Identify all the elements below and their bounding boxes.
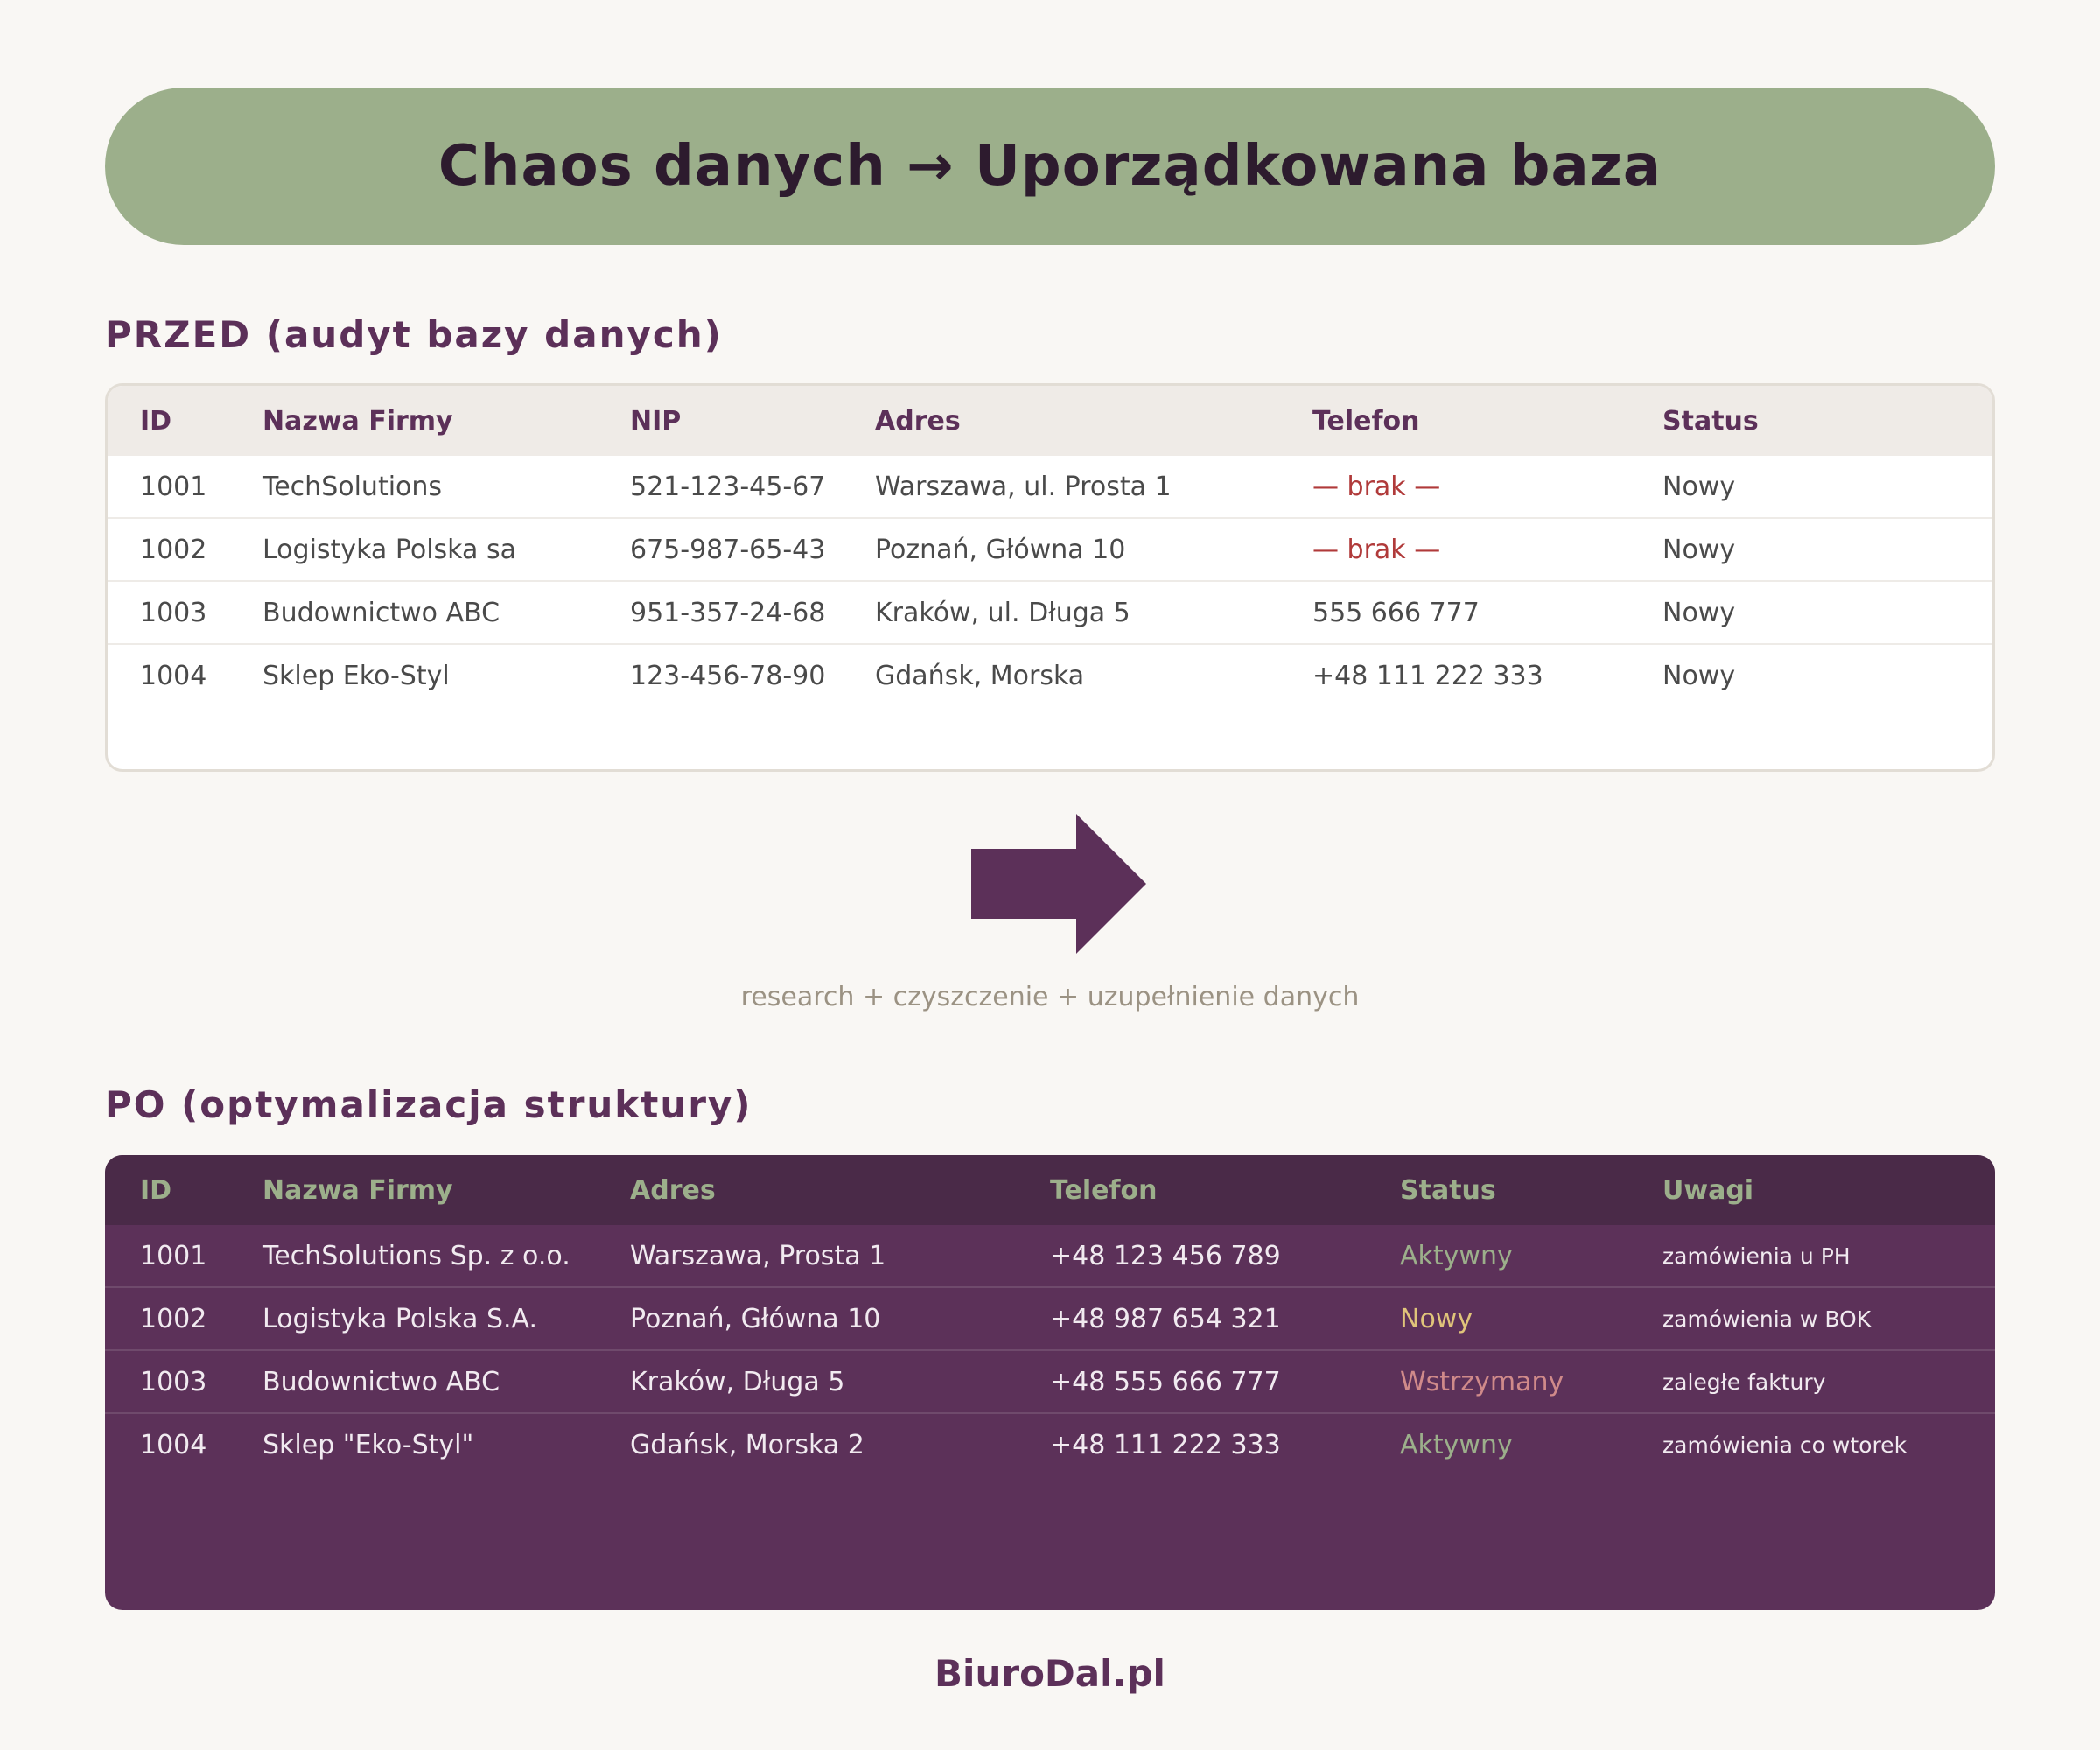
column-header-status: Status: [1400, 1174, 1496, 1206]
cell-notes: zamówienia co wtorek: [1662, 1432, 1908, 1458]
cell-phone: +48 111 222 333: [1050, 1429, 1281, 1460]
table-row: 1003 Budownictwo ABC 951-357-24-68 Krakó…: [108, 582, 1992, 645]
cell-phone: 555 666 777: [1312, 597, 1480, 628]
cell-status: Nowy: [1662, 471, 1736, 502]
cell-nip: 675-987-65-43: [630, 534, 826, 565]
cell-id: 1003: [140, 1366, 207, 1397]
cell-phone: +48 987 654 321: [1050, 1303, 1281, 1334]
cell-phone: +48 111 222 333: [1312, 660, 1544, 691]
cell-address: Warszawa, Prosta 1: [630, 1240, 886, 1271]
cell-company: Logistyka Polska S.A.: [262, 1303, 538, 1334]
status-badge: Nowy: [1400, 1303, 1474, 1334]
title-banner: Chaos danych → Uporządkowana baza: [105, 88, 1995, 245]
cell-company: Budownictwo ABC: [262, 1366, 500, 1397]
cell-nip: 521-123-45-67: [630, 471, 826, 502]
brand-footer: BiuroDal.pl: [934, 1652, 1166, 1695]
cell-phone: +48 123 456 789: [1050, 1240, 1281, 1271]
column-header-notes: Uwagi: [1662, 1174, 1754, 1206]
cell-address: Poznań, Główna 10: [630, 1303, 881, 1334]
cell-address: Gdańsk, Morska 2: [630, 1429, 864, 1460]
cell-id: 1003: [140, 597, 207, 628]
cell-status: Nowy: [1662, 534, 1736, 565]
cell-company: Sklep "Eko-Styl": [262, 1429, 474, 1460]
cell-id: 1001: [140, 1240, 207, 1271]
cell-company: TechSolutions: [262, 471, 443, 502]
status-badge: Aktywny: [1400, 1429, 1513, 1460]
cell-nip: 951-357-24-68: [630, 597, 826, 628]
arrow-right-icon: [971, 814, 1146, 954]
column-header-phone: Telefon: [1050, 1174, 1158, 1206]
column-header-address: Adres: [875, 405, 961, 437]
table-row: 1003 Budownictwo ABC Kraków, Długa 5 +48…: [105, 1351, 1995, 1414]
column-header-id: ID: [140, 1174, 172, 1206]
cell-nip: 123-456-78-90: [630, 660, 826, 691]
before-section-title: PRZED (audyt bazy danych): [105, 313, 723, 356]
cell-status: Nowy: [1662, 660, 1736, 691]
transition-caption: research + czyszczenie + uzupełnienie da…: [740, 982, 1360, 1012]
column-header-status: Status: [1662, 405, 1759, 437]
cell-company: TechSolutions Sp. z o.o.: [262, 1240, 570, 1271]
cell-id: 1004: [140, 660, 207, 691]
cell-address: Gdańsk, Morska: [875, 660, 1085, 691]
cell-address: Kraków, Długa 5: [630, 1366, 845, 1397]
cell-address: Warszawa, ul. Prosta 1: [875, 471, 1172, 502]
table-row: 1002 Logistyka Polska S.A. Poznań, Główn…: [105, 1288, 1995, 1351]
cell-phone: +48 555 666 777: [1050, 1366, 1281, 1397]
cell-status: Nowy: [1662, 597, 1736, 628]
cell-company: Budownictwo ABC: [262, 597, 500, 628]
column-header-phone: Telefon: [1312, 405, 1420, 437]
cell-id: 1004: [140, 1429, 207, 1460]
after-table-header: ID Nazwa Firmy Adres Telefon Status Uwag…: [105, 1155, 1995, 1225]
column-header-company: Nazwa Firmy: [262, 1174, 453, 1206]
cell-notes: zamówienia w BOK: [1662, 1306, 1872, 1332]
column-header-company: Nazwa Firmy: [262, 405, 453, 437]
cell-notes: zamówienia u PH: [1662, 1242, 1851, 1269]
cell-phone-missing: — brak —: [1312, 471, 1441, 502]
cell-id: 1002: [140, 1303, 207, 1334]
before-table: ID Nazwa Firmy NIP Adres Telefon Status …: [105, 383, 1995, 772]
status-badge: Aktywny: [1400, 1240, 1513, 1271]
page-title: Chaos danych → Uporządkowana baza: [438, 134, 1662, 199]
cell-id: 1001: [140, 471, 207, 502]
column-header-address: Adres: [630, 1174, 716, 1206]
after-section-title: PO (optymalizacja struktury): [105, 1083, 752, 1126]
column-header-id: ID: [140, 405, 172, 437]
cell-address: Poznań, Główna 10: [875, 534, 1126, 565]
table-row: 1004 Sklep "Eko-Styl" Gdańsk, Morska 2 +…: [105, 1414, 1995, 1475]
table-row: 1002 Logistyka Polska sa 675-987-65-43 P…: [108, 519, 1992, 582]
cell-notes: zaległe faktury: [1662, 1368, 1826, 1395]
arrow-right-icon-graphic: [971, 814, 1146, 954]
status-badge: Wstrzymany: [1400, 1366, 1564, 1397]
table-row: 1001 TechSolutions Sp. z o.o. Warszawa, …: [105, 1225, 1995, 1288]
cell-id: 1002: [140, 534, 207, 565]
after-table: ID Nazwa Firmy Adres Telefon Status Uwag…: [105, 1155, 1995, 1610]
column-header-nip: NIP: [630, 405, 682, 437]
table-row: 1004 Sklep Eko-Styl 123-456-78-90 Gdańsk…: [108, 645, 1992, 706]
cell-company: Logistyka Polska sa: [262, 534, 516, 565]
cell-company: Sklep Eko-Styl: [262, 660, 450, 691]
cell-phone-missing: — brak —: [1312, 534, 1441, 565]
before-table-header: ID Nazwa Firmy NIP Adres Telefon Status: [108, 386, 1992, 456]
cell-address: Kraków, ul. Długa 5: [875, 597, 1130, 628]
table-row: 1001 TechSolutions 521-123-45-67 Warszaw…: [108, 456, 1992, 519]
